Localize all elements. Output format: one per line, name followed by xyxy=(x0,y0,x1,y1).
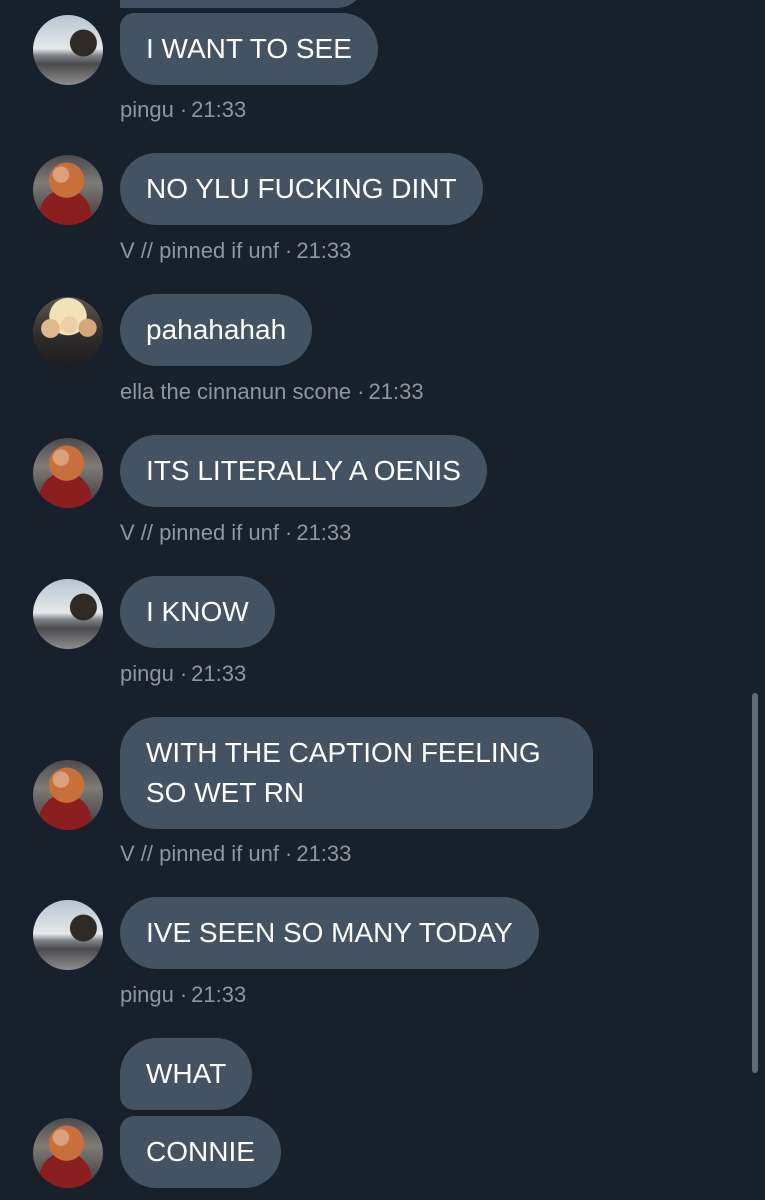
message-time: 21:33 xyxy=(296,841,352,866)
author-name: V // pinned if unf xyxy=(120,520,279,545)
avatar-ella[interactable] xyxy=(33,297,103,367)
message-bubble[interactable]: IVE SEEN SO MANY TODAY xyxy=(120,897,539,969)
previous-message-bubble[interactable] xyxy=(120,0,365,8)
message-meta: V // pinned if unf · 21:33 xyxy=(120,520,351,546)
message-meta: V // pinned if unf · 21:33 xyxy=(120,841,351,867)
meta-separator: · xyxy=(179,661,188,686)
message-text: ITS LITERALLY A OENIS xyxy=(146,455,461,486)
avatar-pingu[interactable] xyxy=(33,15,103,85)
chat-thread[interactable]: I WANT TO SEE pingu · 21:33 NO YLU FUCKING… xyxy=(0,0,765,1200)
message-bubble[interactable]: pahahahah xyxy=(120,294,313,366)
message-bubble[interactable]: I KNOW xyxy=(120,576,275,648)
avatar-v[interactable] xyxy=(33,760,103,830)
message-time: 21:33 xyxy=(296,238,352,263)
message-time: 21:33 xyxy=(368,379,424,404)
avatar-v[interactable] xyxy=(33,155,103,225)
message-time: 21:33 xyxy=(191,661,247,686)
meta-separator: · xyxy=(285,841,293,866)
message-time: 21:33 xyxy=(296,520,352,545)
message-text: WITH THE CAPTION FEELING SO WET RN xyxy=(146,737,541,808)
meta-separator: · xyxy=(285,238,293,263)
author-name: V // pinned if unf xyxy=(120,238,279,263)
scrollbar[interactable] xyxy=(752,693,758,1073)
message-text: NO YLU FUCKING DINT xyxy=(146,173,457,204)
message-bubble[interactable]: WHAT xyxy=(120,1038,253,1110)
message-bubble[interactable]: CONNIE xyxy=(120,1116,281,1188)
message-text: I KNOW xyxy=(146,596,249,627)
message-bubble[interactable]: I WANT TO SEE xyxy=(120,13,378,85)
avatar-pingu[interactable] xyxy=(33,579,103,649)
message-bubble[interactable]: WITH THE CAPTION FEELING SO WET RN xyxy=(120,717,593,829)
author-name: pingu xyxy=(120,982,174,1007)
author-name: ella the cinnanun scone xyxy=(120,379,352,404)
message-text: WHAT xyxy=(146,1058,227,1089)
message-text: CONNIE xyxy=(146,1136,255,1167)
avatar-pingu[interactable] xyxy=(33,900,103,970)
message-meta: pingu · 21:33 xyxy=(120,982,246,1008)
meta-separator: · xyxy=(357,379,365,404)
message-meta: pingu · 21:33 xyxy=(120,97,246,123)
message-meta: ella the cinnanun scone · 21:33 xyxy=(120,379,424,405)
avatar-v[interactable] xyxy=(33,1118,103,1188)
message-text: pahahahah xyxy=(146,314,287,345)
meta-separator: · xyxy=(179,97,188,122)
message-meta: pingu · 21:33 xyxy=(120,661,246,687)
meta-separator: · xyxy=(285,520,293,545)
meta-separator: · xyxy=(179,982,188,1007)
author-name: pingu xyxy=(120,97,174,122)
message-time: 21:33 xyxy=(191,97,247,122)
message-bubble[interactable]: NO YLU FUCKING DINT xyxy=(120,153,483,225)
message-text: IVE SEEN SO MANY TODAY xyxy=(146,917,513,948)
message-bubble[interactable]: ITS LITERALLY A OENIS xyxy=(120,435,487,507)
author-name: pingu xyxy=(120,661,174,686)
avatar-v[interactable] xyxy=(33,438,103,508)
message-time: 21:33 xyxy=(191,982,247,1007)
message-meta: V // pinned if unf · 21:33 xyxy=(120,238,351,264)
author-name: V // pinned if unf xyxy=(120,841,279,866)
message-text: I WANT TO SEE xyxy=(146,33,352,64)
